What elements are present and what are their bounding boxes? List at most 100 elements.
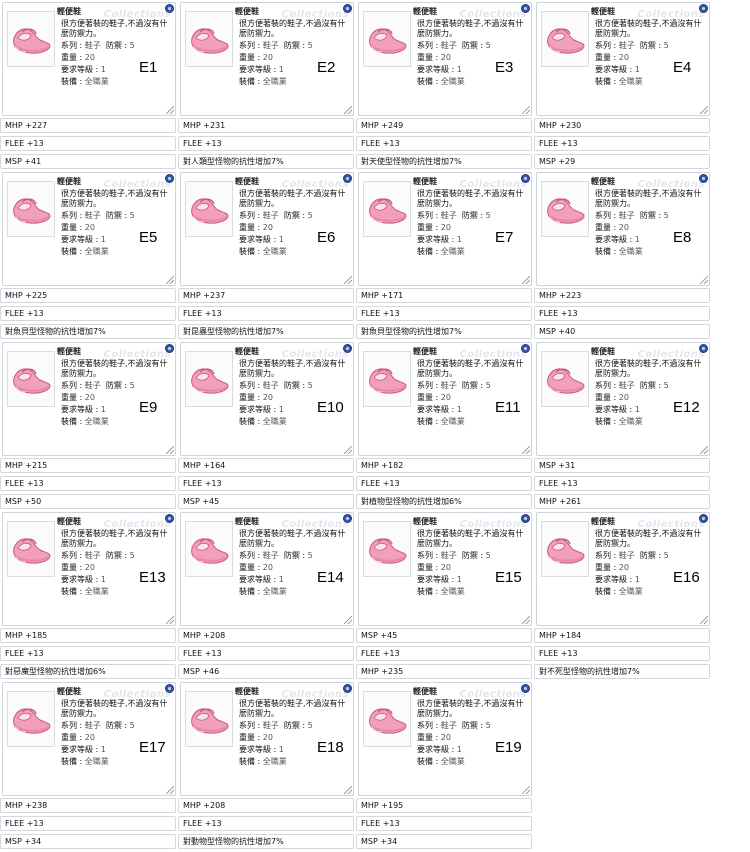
item-info-window[interactable]: Collections 輕便鞋 很方便著裝的鞋子,不過沒有什麼防禦力。 系列 :… — [180, 512, 354, 626]
close-icon[interactable] — [343, 344, 352, 353]
resize-handle[interactable] — [700, 446, 708, 454]
close-icon[interactable] — [699, 4, 708, 13]
item-weight-row: 重量 : 20 — [595, 393, 629, 402]
close-icon[interactable] — [165, 514, 174, 523]
resize-handle[interactable] — [166, 786, 174, 794]
resize-handle[interactable] — [344, 276, 352, 284]
type-key: 系列 — [239, 551, 255, 560]
resize-handle[interactable] — [344, 786, 352, 794]
item-type-row: 系列 : 鞋子 防禦 : 5 — [61, 41, 135, 50]
type-value: 鞋子 — [84, 381, 101, 390]
item-level-row: 要求等級 : 1 — [61, 405, 106, 414]
item-card: Collections 輕便鞋 很方便著裝的鞋子,不過沒有什麼防禦力。 系列 :… — [534, 510, 712, 680]
close-icon[interactable] — [521, 514, 530, 523]
item-info-window[interactable]: Collections 輕便鞋 很方便著裝的鞋子,不過沒有什麼防禦力。 系列 :… — [358, 512, 532, 626]
resize-handle[interactable] — [700, 616, 708, 624]
pink-shoe-icon — [369, 538, 407, 564]
bonus-row: MHP +249 — [356, 118, 532, 133]
weight-key: 重量 — [61, 53, 77, 62]
item-picture-frame — [363, 11, 411, 67]
close-icon[interactable] — [521, 684, 530, 693]
item-picture-frame — [7, 351, 55, 407]
item-card: Collections 輕便鞋 很方便著裝的鞋子,不過沒有什麼防禦力。 系列 :… — [534, 340, 712, 510]
item-info-window[interactable]: Collections 輕便鞋 很方便著裝的鞋子,不過沒有什麼防禦力。 系列 :… — [180, 2, 354, 116]
close-icon[interactable] — [699, 514, 708, 523]
pink-shoe-icon — [191, 368, 229, 394]
item-picture-frame — [363, 691, 411, 747]
bonus-row: FLEE +13 — [356, 646, 532, 661]
item-name: 輕便鞋 — [591, 177, 615, 186]
card-label: E7 — [495, 229, 514, 246]
item-info-window[interactable]: Collections 輕便鞋 很方便著裝的鞋子,不過沒有什麼防禦力。 系列 :… — [180, 172, 354, 286]
defense-key: 防禦 — [283, 211, 300, 220]
item-info-window[interactable]: Collections 輕便鞋 很方便著裝的鞋子,不過沒有什麼防禦力。 系列 :… — [358, 682, 532, 796]
resize-handle[interactable] — [166, 276, 174, 284]
resize-handle[interactable] — [522, 786, 530, 794]
defense-value: 5 — [129, 381, 135, 390]
resize-handle[interactable] — [522, 446, 530, 454]
item-info-window[interactable]: Collections 輕便鞋 很方便著裝的鞋子,不過沒有什麼防禦力。 系列 :… — [180, 682, 354, 796]
close-icon[interactable] — [699, 344, 708, 353]
level-value: 1 — [278, 235, 284, 244]
item-job-row: 裝備 : 全職業 — [417, 757, 465, 766]
item-description: 很方便著裝的鞋子,不過沒有什麼防禦力。 — [239, 699, 346, 718]
resize-handle[interactable] — [344, 446, 352, 454]
resize-handle[interactable] — [344, 106, 352, 114]
item-level-row: 要求等級 : 1 — [595, 65, 640, 74]
item-info-window[interactable]: Collections 輕便鞋 很方便著裝的鞋子,不過沒有什麼防禦力。 系列 :… — [2, 682, 176, 796]
item-info-window[interactable]: Collections 輕便鞋 很方便著裝的鞋子,不過沒有什麼防禦力。 系列 :… — [536, 172, 710, 286]
type-value: 鞋子 — [618, 41, 635, 50]
resize-handle[interactable] — [166, 616, 174, 624]
item-picture-frame — [185, 181, 233, 237]
close-icon[interactable] — [343, 174, 352, 183]
close-icon[interactable] — [343, 4, 352, 13]
item-picture-frame — [541, 521, 589, 577]
close-icon[interactable] — [343, 514, 352, 523]
job-key: 裝備 — [61, 587, 77, 596]
resize-handle[interactable] — [522, 106, 530, 114]
close-icon[interactable] — [521, 174, 530, 183]
bonus-row: 對惡魔型怪物的抗性增加6% — [0, 664, 176, 679]
item-info-window[interactable]: Collections 輕便鞋 很方便著裝的鞋子,不過沒有什麼防禦力。 系列 :… — [358, 2, 532, 116]
defense-key: 防禦 — [105, 381, 122, 390]
close-icon[interactable] — [165, 684, 174, 693]
item-info-window[interactable]: Collections 輕便鞋 很方便著裝的鞋子,不過沒有什麼防禦力。 系列 :… — [2, 172, 176, 286]
resize-handle[interactable] — [700, 276, 708, 284]
close-icon[interactable] — [521, 344, 530, 353]
resize-handle[interactable] — [700, 106, 708, 114]
item-card: Collections 輕便鞋 很方便著裝的鞋子,不過沒有什麼防禦力。 系列 :… — [356, 680, 534, 850]
pink-shoe-icon — [547, 538, 585, 564]
resize-handle[interactable] — [166, 106, 174, 114]
item-info-window[interactable]: Collections 輕便鞋 很方便著裝的鞋子,不過沒有什麼防禦力。 系列 :… — [536, 342, 710, 456]
type-key: 系列 — [239, 211, 255, 220]
weight-value: 20 — [84, 53, 95, 62]
item-job-row: 裝備 : 全職業 — [239, 77, 287, 86]
item-info-window[interactable]: Collections 輕便鞋 很方便著裝的鞋子,不過沒有什麼防禦力。 系列 :… — [536, 2, 710, 116]
item-weight-row: 重量 : 20 — [595, 223, 629, 232]
close-icon[interactable] — [165, 4, 174, 13]
item-info-window[interactable]: Collections 輕便鞋 很方便著裝的鞋子,不過沒有什麼防禦力。 系列 :… — [358, 172, 532, 286]
close-icon[interactable] — [165, 174, 174, 183]
resize-handle[interactable] — [344, 616, 352, 624]
close-icon[interactable] — [521, 4, 530, 13]
weight-value: 20 — [440, 563, 451, 572]
item-info-window[interactable]: Collections 輕便鞋 很方便著裝的鞋子,不過沒有什麼防禦力。 系列 :… — [358, 342, 532, 456]
item-name: 輕便鞋 — [57, 517, 81, 526]
card-label: E13 — [139, 569, 166, 586]
close-icon[interactable] — [699, 174, 708, 183]
close-icon[interactable] — [343, 684, 352, 693]
item-info-window[interactable]: Collections 輕便鞋 很方便著裝的鞋子,不過沒有什麼防禦力。 系列 :… — [2, 342, 176, 456]
close-icon[interactable] — [165, 344, 174, 353]
resize-handle[interactable] — [166, 446, 174, 454]
item-info-window[interactable]: Collections 輕便鞋 很方便著裝的鞋子,不過沒有什麼防禦力。 系列 :… — [536, 512, 710, 626]
item-description: 很方便著裝的鞋子,不過沒有什麼防禦力。 — [595, 359, 702, 378]
item-info-window[interactable]: Collections 輕便鞋 很方便著裝的鞋子,不過沒有什麼防禦力。 系列 :… — [180, 342, 354, 456]
item-level-row: 要求等級 : 1 — [417, 65, 462, 74]
resize-handle[interactable] — [522, 276, 530, 284]
resize-handle[interactable] — [522, 616, 530, 624]
type-value: 鞋子 — [440, 381, 457, 390]
item-weight-row: 重量 : 20 — [417, 53, 451, 62]
item-info-window[interactable]: Collections 輕便鞋 很方便著裝的鞋子,不過沒有什麼防禦力。 系列 :… — [2, 512, 176, 626]
item-info-window[interactable]: Collections 輕便鞋 很方便著裝的鞋子,不過沒有什麼防禦力。 系列 :… — [2, 2, 176, 116]
item-type-row: 系列 : 鞋子 防禦 : 5 — [417, 551, 491, 560]
